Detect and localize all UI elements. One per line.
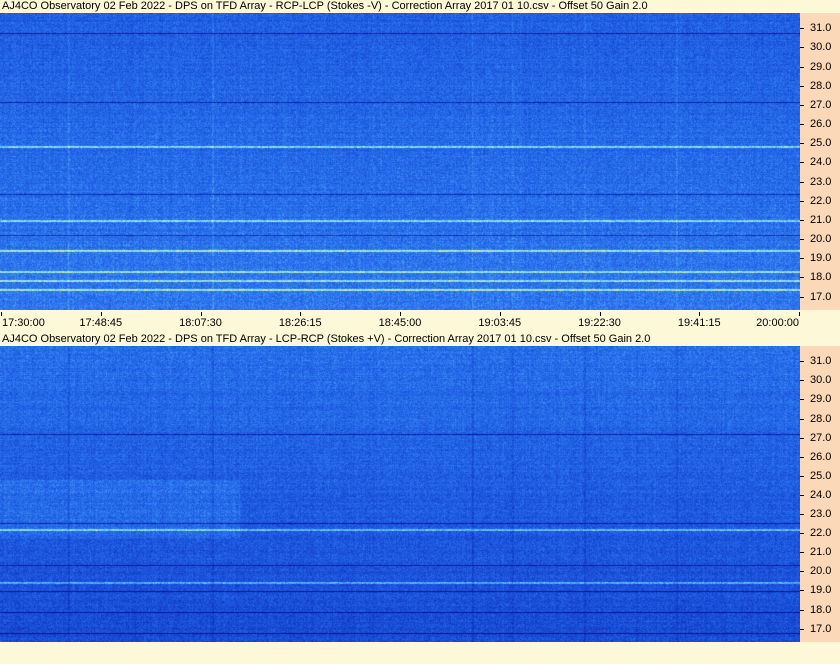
panel2-y-tick-label: 18.0 bbox=[810, 603, 832, 616]
panel2-y-tick bbox=[800, 494, 804, 496]
panel2-y-tick-label: 25.0 bbox=[810, 469, 832, 482]
panel1-y-tick bbox=[800, 85, 804, 87]
panel2-y-tick bbox=[800, 628, 804, 630]
panel2-y-tick bbox=[800, 590, 804, 592]
time-axis-tick-label: 19:03:45 bbox=[478, 317, 522, 329]
panel2-y-tick-label: 19.0 bbox=[810, 584, 832, 597]
panel2-y-tick bbox=[800, 514, 804, 516]
time-axis-tick-label: 18:07:30 bbox=[179, 317, 222, 329]
panel1-y-tick-label: 19.0 bbox=[810, 252, 832, 265]
time-axis-tick-label: 18:26:15 bbox=[278, 317, 322, 329]
panel2-y-tick bbox=[800, 533, 804, 535]
panel1-y-tick-label: 29.0 bbox=[810, 60, 832, 73]
panel1-y-tick-label: 27.0 bbox=[810, 98, 832, 111]
panel2-y-tick bbox=[800, 552, 804, 554]
panel1-y-tick bbox=[800, 219, 804, 221]
panel2-y-tick-label: 24.0 bbox=[810, 488, 832, 501]
panel1-y-tick bbox=[800, 143, 804, 145]
panel2-y-tick bbox=[800, 361, 804, 363]
time-axis-tick-label: 20:00:00 bbox=[756, 317, 799, 329]
panel2-y-tick-label: 22.0 bbox=[810, 527, 832, 540]
time-axis-tick-label: 19:41:15 bbox=[677, 317, 721, 329]
panel2-y-tick-label: 20.0 bbox=[810, 565, 832, 578]
panel2-y-tick bbox=[800, 380, 804, 382]
panel2-title: AJ4CO Observatory 02 Feb 2022 - DPS on T… bbox=[2, 333, 651, 345]
panel2-y-tick-label: 29.0 bbox=[810, 393, 832, 406]
panel1-y-tick-label: 25.0 bbox=[810, 137, 832, 150]
panel1-y-tick bbox=[800, 47, 804, 49]
panel1-y-tick bbox=[800, 162, 804, 164]
panel2-y-tick-label: 21.0 bbox=[810, 546, 832, 559]
panel1-y-tick bbox=[800, 28, 804, 30]
panel2-y-tick bbox=[800, 418, 804, 420]
panel2-canvas bbox=[0, 346, 800, 642]
panel1-y-tick-label: 26.0 bbox=[810, 118, 832, 131]
panel2-y-tick bbox=[800, 456, 804, 458]
panel1-canvas bbox=[0, 13, 800, 310]
panel2-y-tick-label: 26.0 bbox=[810, 450, 832, 463]
time-axis-tick-label: 17:30:00 bbox=[2, 317, 45, 329]
panel1-title: AJ4CO Observatory 02 Feb 2022 - DPS on T… bbox=[2, 0, 648, 12]
time-axis-tick bbox=[699, 312, 701, 316]
panel2-y-tick-label: 27.0 bbox=[810, 431, 832, 444]
panel1-y-tick-label: 23.0 bbox=[810, 175, 832, 188]
time-axis: 17:30:00 17:48:45 18:07:30 18:26:15 18:45:00… bbox=[0, 312, 840, 334]
panel1-y-tick bbox=[800, 66, 804, 68]
panel1-y-tick-label: 22.0 bbox=[810, 194, 832, 207]
panel1-y-tick-label: 18.0 bbox=[810, 271, 832, 284]
panel1-y-tick bbox=[800, 296, 804, 298]
panel2-y-tick bbox=[800, 437, 804, 439]
panel1-y-tick-label: 17.0 bbox=[810, 290, 832, 303]
panel2-y-tick bbox=[800, 571, 804, 573]
panel1-spectrogram bbox=[0, 13, 800, 310]
panel1-frequency-axis: 31.0 30.0 29.0 28.0 27.0 26.0 25.0 24.0 23.0 22.0… bbox=[800, 13, 840, 310]
time-axis-tick-label: 17:48:45 bbox=[79, 317, 123, 329]
bottom-strip bbox=[0, 642, 840, 664]
panel1-y-tick-label: 28.0 bbox=[810, 79, 832, 92]
panel1-y-tick bbox=[800, 239, 804, 241]
panel1-y-tick bbox=[800, 104, 804, 106]
panel2-y-tick-label: 28.0 bbox=[810, 412, 832, 425]
panel1-y-tick bbox=[800, 277, 804, 279]
panel1-y-tick-label: 31.0 bbox=[810, 22, 832, 35]
panel2-y-tick-label: 17.0 bbox=[810, 622, 832, 635]
time-axis-tick bbox=[599, 312, 601, 316]
panel1-y-tick bbox=[800, 124, 804, 126]
time-axis-tick bbox=[499, 312, 501, 316]
time-axis-tick-label: 18:45:00 bbox=[378, 317, 422, 329]
panel2-y-tick bbox=[800, 399, 804, 401]
time-axis-tick bbox=[100, 312, 102, 316]
time-axis-tick-label: 19:22:30 bbox=[578, 317, 621, 329]
panel2-spectrogram bbox=[0, 346, 800, 642]
panel1-y-tick bbox=[800, 258, 804, 260]
time-axis-tick bbox=[400, 312, 401, 316]
panel2-y-tick bbox=[800, 475, 804, 477]
time-axis-tick bbox=[200, 312, 202, 316]
panel1-y-tick-label: 20.0 bbox=[810, 233, 832, 246]
panel2-y-tick bbox=[800, 609, 804, 611]
panel1-y-tick bbox=[800, 200, 804, 202]
panel2-y-tick-label: 30.0 bbox=[810, 374, 832, 387]
panel1-y-tick bbox=[800, 181, 804, 183]
time-axis-tick bbox=[799, 312, 800, 316]
panel2-y-tick-label: 31.0 bbox=[810, 355, 832, 368]
panel2-y-tick-label: 23.0 bbox=[810, 508, 832, 521]
panel2-frequency-axis: 31.0 30.0 29.0 28.0 27.0 26.0 25.0 24.0 23.0 22.0… bbox=[800, 346, 840, 642]
time-axis-tick bbox=[1, 312, 2, 316]
time-axis-tick bbox=[300, 312, 302, 316]
panel1-y-tick-label: 30.0 bbox=[810, 41, 832, 54]
panel1-y-tick-label: 21.0 bbox=[810, 213, 832, 226]
panel1-y-tick-label: 24.0 bbox=[810, 156, 832, 169]
